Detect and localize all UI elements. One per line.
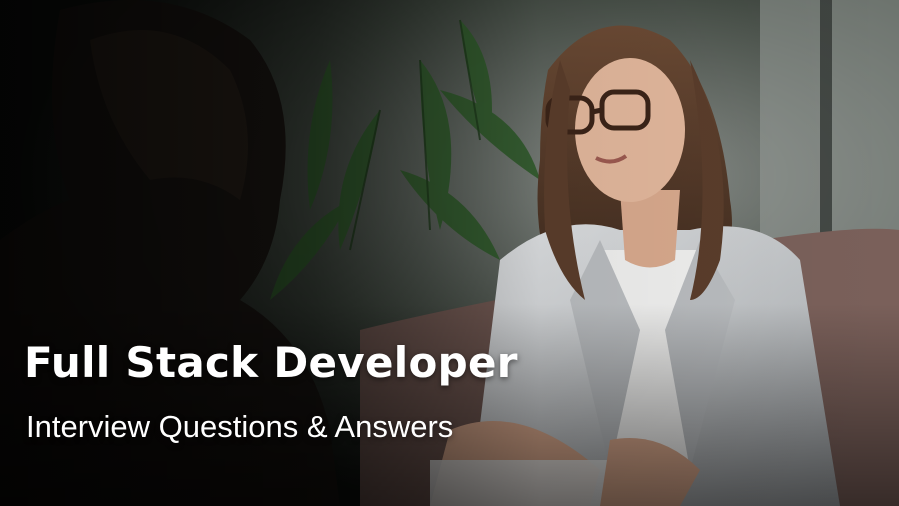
banner-subtitle: Interview Questions & Answers <box>26 409 454 444</box>
banner-title: Full Stack Developer <box>24 338 518 387</box>
hero-banner: Full Stack Developer Interview Questions… <box>0 0 899 506</box>
